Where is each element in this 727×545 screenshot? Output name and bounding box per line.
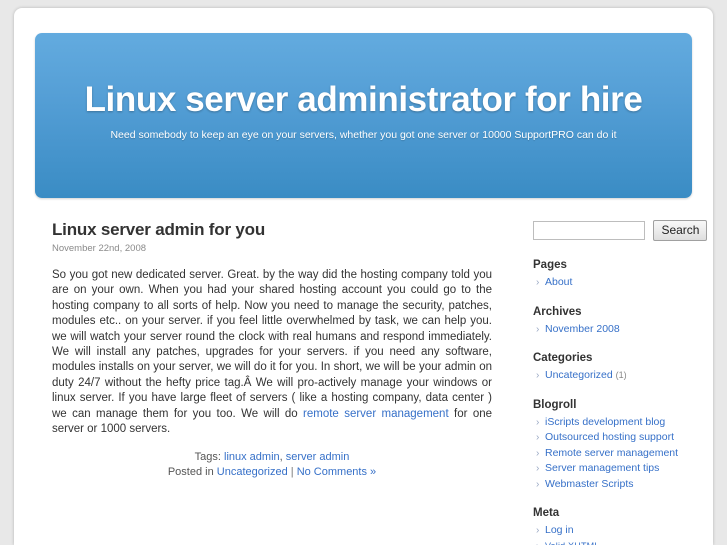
list-item[interactable]: › Remote server management [536,446,705,462]
bullet-icon: › [536,463,540,474]
meta-separator: | [290,466,294,479]
bullet-icon: › [536,432,540,443]
tags-label: Tags: [194,451,221,464]
list-item[interactable]: › Webmaster Scripts [536,477,705,493]
sidebar-link-log-in[interactable]: Log in [545,524,574,536]
post: Linux server admin for you November 22nd… [52,220,492,480]
search-input[interactable] [533,221,645,240]
post-body: So you got new dedicated server. Great. … [52,268,492,437]
sidebar-link-server-management-tips[interactable]: Server management tips [545,462,659,474]
list-item[interactable]: › Server management tips [536,461,705,477]
tag-separator: , [279,451,283,464]
tag-link-linux-admin[interactable]: linux admin [224,451,280,463]
sidebar-link-uncategorized[interactable]: Uncategorized [545,369,613,381]
post-category-line: Posted in Uncategorized | No Comments » [52,465,492,480]
widget-pages: Pages › About [533,259,705,291]
sidebar-link-webmaster-scripts[interactable]: Webmaster Scripts [545,478,634,490]
post-meta: Tags: linux admin, server admin Posted i… [52,450,492,480]
category-count: (1) [615,370,627,380]
list-item[interactable]: › About [536,275,705,291]
bullet-icon: › [536,416,540,428]
post-tags-line: Tags: linux admin, server admin [52,450,492,465]
tag-link-server-admin[interactable]: server admin [286,451,350,463]
list-item[interactable]: › Outsourced hosting support [536,430,705,446]
widget-title-pages: Pages [533,259,567,271]
widget-list-archives: › November 2008 [533,322,705,338]
post-title[interactable]: Linux server admin for you [52,220,492,240]
sidebar-link-outsourced-hosting-support[interactable]: Outsourced hosting support [545,431,674,443]
sidebar-link-valid-xhtml[interactable]: Valid XHTML [545,541,600,545]
widget-blogroll: Blogroll › iScripts development blog › Out… [533,399,705,493]
list-item[interactable]: › Log in [536,523,705,539]
widget-list-meta: › Log in › Valid XHTML [533,523,705,545]
category-link-uncategorized[interactable]: Uncategorized [217,466,288,478]
sidebar-link-november-2008[interactable]: November 2008 [545,323,620,335]
widget-categories: Categories › Uncategorized (1) [533,352,705,384]
post-date: November 22nd, 2008 [52,243,147,254]
widget-list-blogroll: › iScripts development blog › Outsourced h… [533,415,705,493]
bullet-icon: › [536,277,540,288]
bullet-icon: › [536,323,540,335]
search-form: Search [533,220,708,241]
widget-archives: Archives › November 2008 [533,306,705,338]
site-header-banner: Linux server administrator for hire Need… [35,33,692,198]
bullet-icon: › [536,447,540,459]
list-item[interactable]: › November 2008 [536,322,705,338]
sidebar-link-about[interactable]: About [545,276,572,288]
sidebar-link-remote-server-management[interactable]: Remote server management [545,447,678,459]
site-header-inner: Linux server administrator for hire Need… [35,81,692,142]
bullet-icon: › [536,478,540,490]
widget-title-archives: Archives [533,305,582,318]
widget-title-blogroll: Blogroll [533,398,577,411]
list-item[interactable]: › Uncategorized (1) [536,368,705,384]
site-title[interactable]: Linux server administrator for hire [35,81,692,119]
page-container: Linux server administrator for hire Need… [14,8,713,545]
search-button[interactable]: Search [653,220,708,241]
posted-in-label: Posted in [167,466,214,479]
sidebar-link-iscripts-development-blog[interactable]: iScripts development blog [545,416,665,428]
main-column: Linux server admin for you November 22nd… [52,220,492,480]
widget-list-pages: › About [533,275,705,291]
list-item[interactable]: › iScripts development blog [536,415,705,431]
widget-list-categories: › Uncategorized (1) [533,368,705,384]
widget-title-meta: Meta [533,507,560,519]
sidebar: Search Pages › About Archives › November 2… [533,220,708,545]
remote-server-management-link[interactable]: remote server management [303,408,449,420]
bullet-icon: › [536,525,540,536]
post-body-text-before-link: So you got new dedicated server. Great. … [52,269,492,420]
comments-link[interactable]: No Comments » [297,466,376,478]
widget-meta: Meta › Log in › Valid XHTML [533,507,705,545]
bullet-icon: › [536,539,539,545]
bullet-icon: › [536,370,540,381]
list-item[interactable]: › Valid XHTML [536,539,705,545]
site-description: Need somebody to keep an eye on your ser… [110,129,617,141]
widget-title-categories: Categories [533,352,593,364]
